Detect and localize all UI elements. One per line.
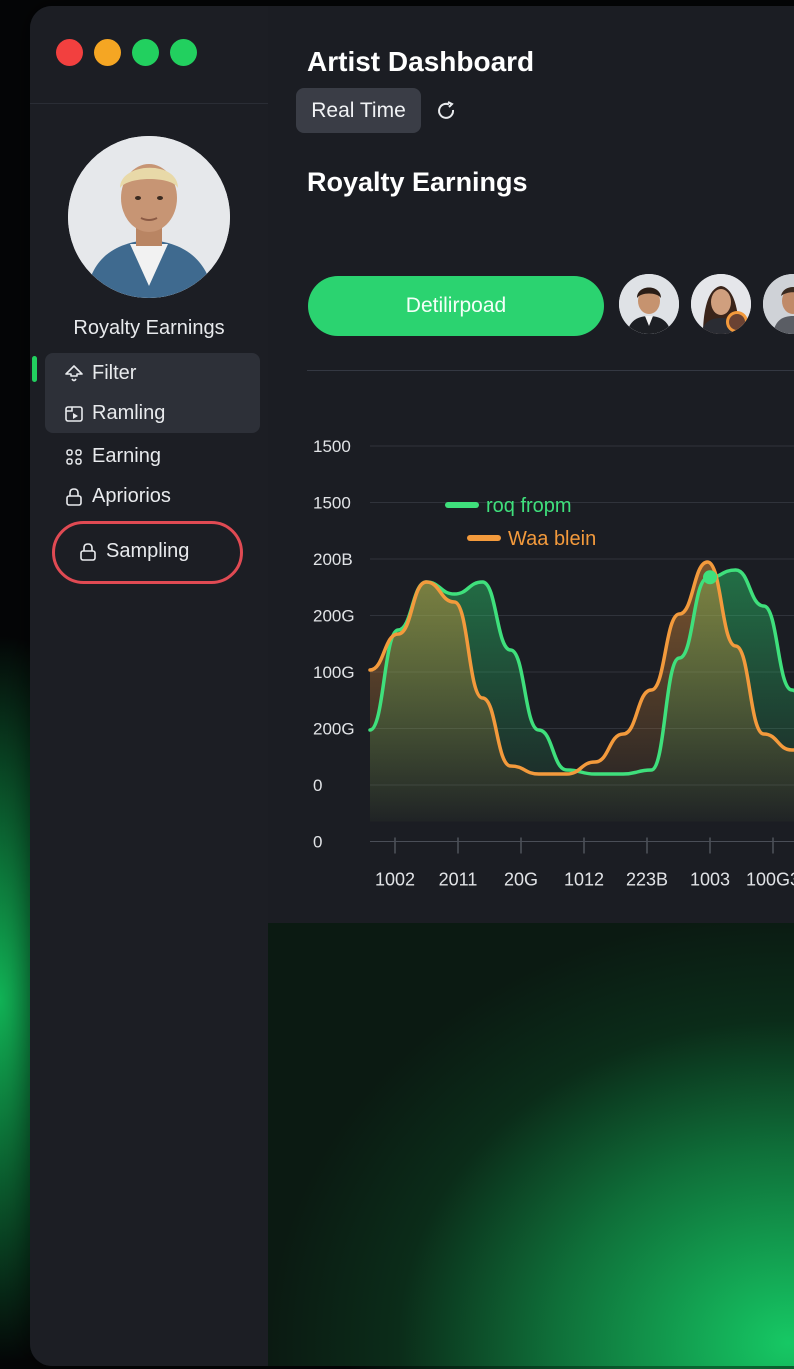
media-icon — [65, 405, 83, 422]
highlight-point — [703, 570, 717, 585]
profile-avatar[interactable] — [68, 136, 230, 298]
sidebar-item-earning[interactable]: Earning — [64, 445, 161, 468]
y-tick-label: 1500 — [313, 437, 351, 456]
x-tick-label: 2011 — [439, 870, 478, 890]
sidebar-item-label: Sampling — [106, 540, 190, 562]
x-tick-label: 223B — [626, 870, 668, 890]
sidebar-item-label: Apriorios — [92, 485, 171, 507]
y-tick-label: 100G — [313, 663, 355, 682]
y-tick-label: 200G — [313, 607, 355, 626]
sidebar-item-apriorios[interactable]: Apriorios — [64, 485, 171, 508]
x-tick-label: 1003 — [690, 870, 730, 890]
sidebar-item-sampling[interactable]: Sampling — [78, 540, 189, 563]
sidebar-item-label: Ramling — [92, 402, 166, 424]
x-tick-label: 1012 — [564, 870, 604, 890]
y-tick-label: 1500 — [313, 494, 351, 513]
x-tick-label: 1002 — [375, 870, 415, 890]
lock-icon — [80, 542, 96, 561]
minimize-window-button[interactable] — [94, 39, 121, 66]
legend-label: roq fropm — [486, 495, 572, 517]
app-window: Royalty Earnings Filter Ramling Earning … — [30, 6, 794, 1366]
chart-legend: roq fropm Waa blein — [445, 495, 596, 550]
sidebar-item-filter[interactable]: Filter — [64, 362, 136, 385]
profile-name: Royalty Earnings — [73, 317, 225, 339]
realtime-button[interactable]: Real Time — [296, 88, 421, 133]
close-window-button[interactable] — [56, 39, 83, 66]
window-controls — [56, 39, 197, 66]
refresh-icon[interactable] — [435, 100, 457, 122]
section-divider — [307, 370, 794, 371]
lock-icon — [66, 487, 82, 506]
legend-label: Waa blein — [508, 528, 596, 550]
royalty-chart: 15001500200B200G100G200G00 1002 2011 20G 10… — [313, 437, 794, 890]
grid-icon — [66, 448, 82, 465]
section-title: Royalty Earnings — [307, 167, 528, 197]
sidebar-item-label: Earning — [92, 445, 161, 467]
y-tick-label: 200G — [313, 720, 355, 739]
active-indicator — [32, 356, 37, 382]
collaborator-avatar[interactable] — [619, 274, 679, 334]
zoom-window-button[interactable] — [132, 39, 159, 66]
sidebar-item-ramling[interactable]: Ramling — [64, 402, 165, 425]
x-tick-label: 20G — [504, 870, 538, 890]
y-axis: 1500 1500 200B 200G 100G 200G 0 0 — [313, 437, 355, 852]
x-tick-label: 100G3 — [746, 870, 794, 890]
x-axis: 1002 2011 20G 1012 223B 1003 100G3 — [370, 837, 794, 890]
sidebar-item-label: Filter — [92, 362, 137, 384]
y-tick-label: 200B — [313, 550, 353, 569]
main-glow-area — [268, 923, 794, 1366]
y-tick-label: 0 — [313, 833, 322, 852]
download-button[interactable]: Detilirpoad — [308, 276, 604, 336]
y-tick-label: 0 — [313, 776, 322, 795]
page-title: Artist Dashboard — [307, 46, 535, 77]
sidebar: Royalty Earnings Filter Ramling Earning … — [30, 6, 269, 1366]
chart-areas — [370, 562, 794, 822]
fullscreen-window-button[interactable] — [170, 39, 197, 66]
collaborator-avatar[interactable] — [691, 274, 751, 334]
filter-icon — [65, 364, 83, 381]
sidebar-divider — [30, 103, 268, 104]
